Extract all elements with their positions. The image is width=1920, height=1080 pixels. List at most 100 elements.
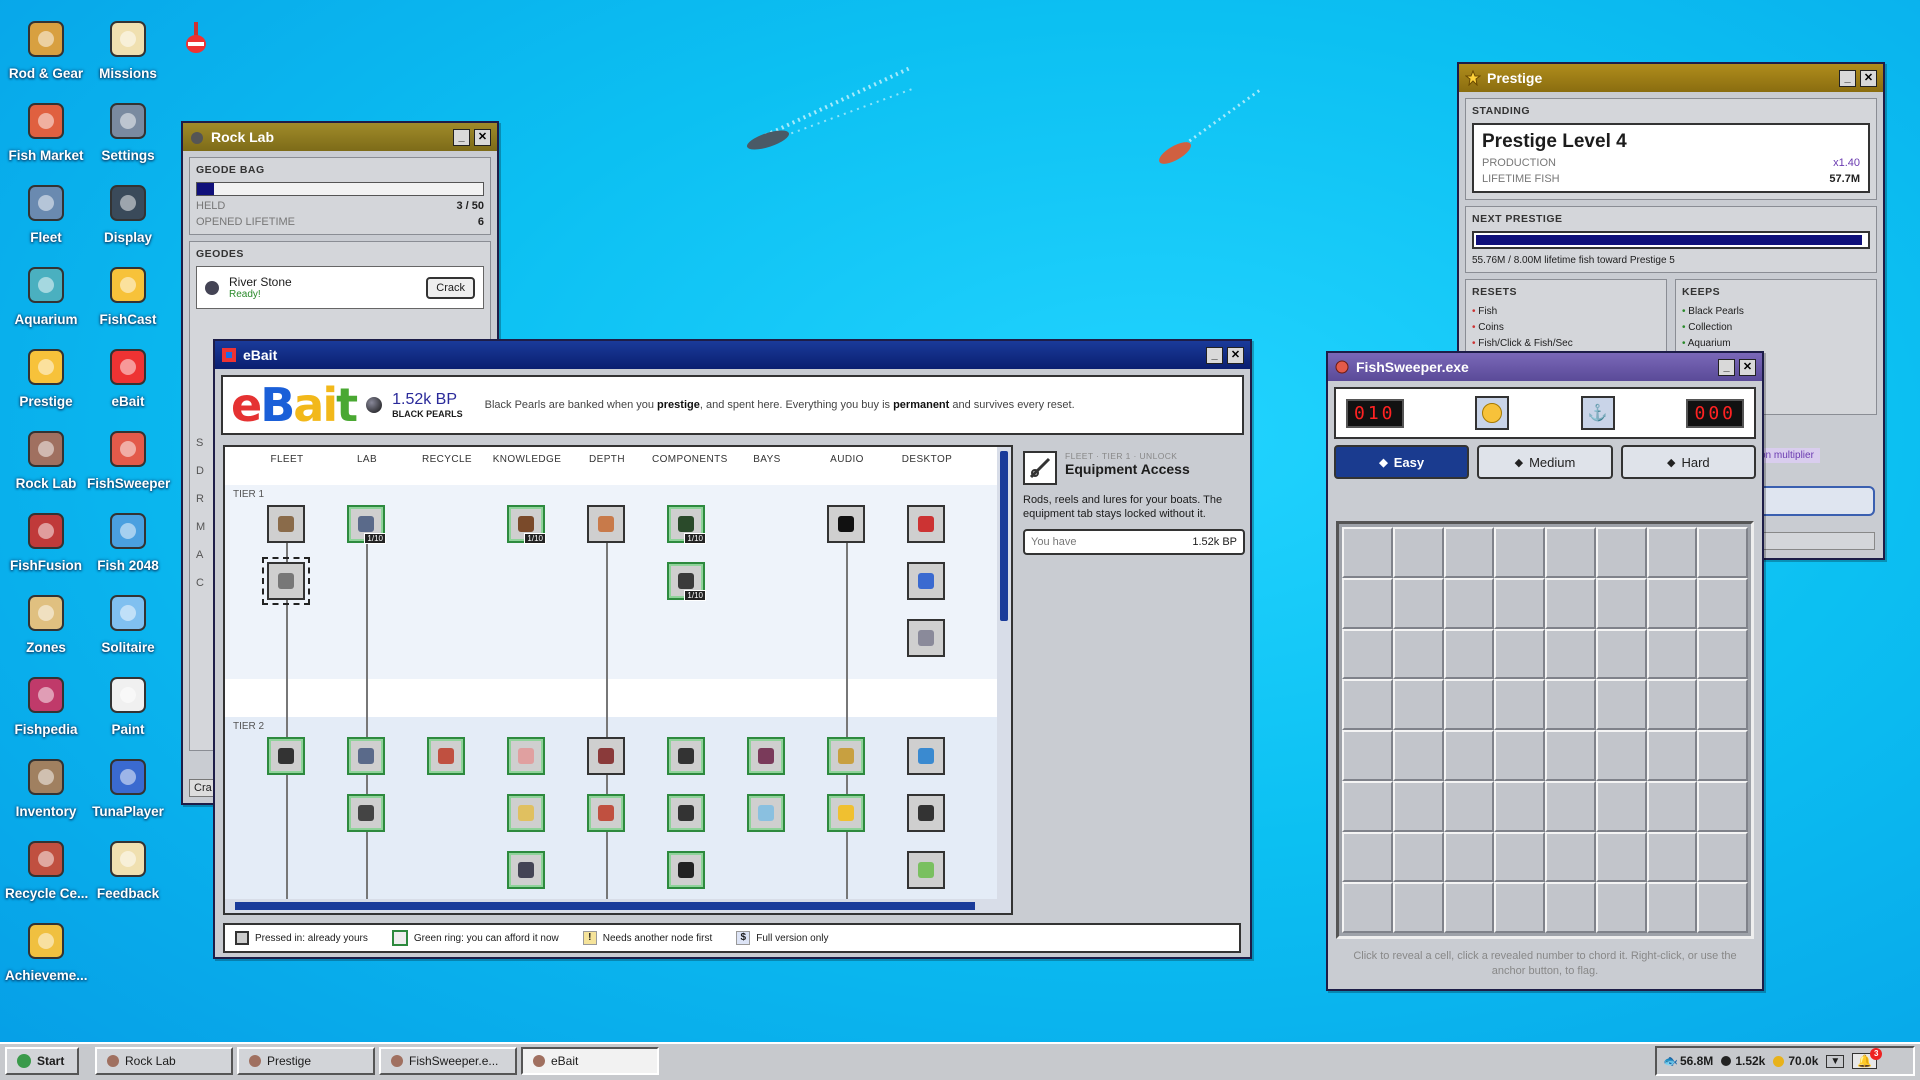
sweeper-cell[interactable] — [1697, 730, 1748, 781]
desktop-icon-paint[interactable]: Paint — [87, 672, 169, 737]
desktop-icon-fish-market[interactable]: Fish Market — [5, 98, 87, 163]
taskbar-item-fishsweeper-e-[interactable]: FishSweeper.e... — [379, 1047, 517, 1075]
desktop-icon-zones[interactable]: Zones — [5, 590, 87, 655]
sweeper-cell[interactable] — [1697, 679, 1748, 730]
sweeper-cell[interactable] — [1443, 882, 1495, 933]
node-ore-icon[interactable] — [507, 851, 545, 889]
sweeper-cell[interactable] — [1342, 882, 1393, 933]
prestige-titlebar[interactable]: Prestige _ ✕ — [1459, 64, 1883, 92]
sweeper-cell[interactable] — [1595, 882, 1647, 933]
sweeper-cell[interactable] — [1545, 831, 1596, 883]
taskbar-item-rock-lab[interactable]: Rock Lab — [95, 1047, 233, 1075]
node-anglerfish-icon[interactable] — [587, 737, 625, 775]
sweeper-cell[interactable] — [1392, 730, 1444, 781]
node-goggles-icon[interactable] — [667, 737, 705, 775]
sweeper-cell[interactable] — [1697, 831, 1748, 883]
sweeper-cell[interactable] — [1646, 679, 1698, 730]
sweeper-cell[interactable] — [1392, 679, 1444, 730]
node-monitor-icon[interactable] — [907, 794, 945, 832]
fishsweeper-titlebar[interactable]: FishSweeper.exe _ ✕ — [1328, 353, 1762, 381]
sweeper-cell[interactable] — [1494, 679, 1545, 730]
sweeper-cell[interactable] — [1646, 527, 1698, 578]
sweeper-cell[interactable] — [1342, 831, 1393, 883]
ebait-titlebar[interactable]: eBait _ ✕ — [215, 341, 1250, 369]
node-circuit-board-icon[interactable]: 1/10 — [667, 505, 706, 544]
node-fish-green-icon[interactable] — [907, 851, 945, 889]
sweeper-cell[interactable] — [1494, 882, 1545, 933]
sweeper-cell[interactable] — [1595, 628, 1647, 680]
sweeper-cell[interactable] — [1545, 730, 1596, 781]
close-button[interactable]: ✕ — [474, 128, 491, 146]
taskbar-item-ebait[interactable]: eBait — [521, 1047, 659, 1075]
close-button[interactable]: ✕ — [1860, 69, 1877, 87]
sweeper-cell[interactable] — [1342, 628, 1393, 680]
desktop-icon-feedback[interactable]: Feedback — [87, 836, 169, 901]
sweeper-cell[interactable] — [1443, 831, 1495, 883]
sweeper-cell[interactable] — [1443, 628, 1495, 680]
prestige-button[interactable] — [1749, 486, 1875, 516]
close-button[interactable]: ✕ — [1739, 358, 1756, 376]
node-grid-icon[interactable] — [347, 737, 385, 775]
sweeper-cell[interactable] — [1545, 882, 1596, 933]
sweeper-cell[interactable] — [1545, 780, 1596, 832]
sweeper-cell[interactable] — [1646, 628, 1698, 680]
minimize-button[interactable]: _ — [1839, 69, 1856, 87]
node-diving-helmet-icon[interactable] — [267, 737, 305, 775]
sweeper-cell[interactable] — [1392, 527, 1444, 578]
difficulty-medium-button[interactable]: ◆ Medium — [1477, 445, 1613, 479]
node-fish-icon[interactable] — [907, 737, 945, 775]
sweeper-cell[interactable] — [1494, 780, 1545, 832]
node-dial-icon[interactable] — [827, 737, 865, 775]
crack-button[interactable]: Crack — [426, 276, 475, 299]
desktop-icon-tunaplayer[interactable]: TunaPlayer — [87, 754, 169, 819]
sweeper-cell[interactable] — [1392, 628, 1444, 680]
sweeper-cell[interactable] — [1342, 780, 1393, 832]
minimize-button[interactable]: _ — [1206, 346, 1223, 364]
sweeper-cell[interactable] — [1443, 730, 1495, 781]
sweeper-cell[interactable] — [1595, 679, 1647, 730]
taskbar-item-prestige[interactable]: Prestige — [237, 1047, 375, 1075]
desktop-icon-recycle-ce-[interactable]: Recycle Ce... — [5, 836, 88, 901]
node-pickaxe-icon[interactable] — [347, 794, 385, 832]
anchor-flag-button[interactable]: ⚓ — [1580, 396, 1615, 430]
sweeper-cell[interactable] — [1443, 679, 1495, 730]
sweeper-cell[interactable] — [1342, 730, 1393, 781]
sweeper-cell[interactable] — [1545, 679, 1596, 730]
sweeper-cell[interactable] — [1697, 527, 1748, 578]
horizontal-scrollbar[interactable] — [225, 899, 1011, 913]
sweeper-cell[interactable] — [1595, 527, 1647, 578]
minimize-button[interactable]: _ — [1718, 358, 1735, 376]
node-usb-stick-icon[interactable]: 1/10 — [667, 562, 706, 601]
sweeper-cell[interactable] — [1494, 577, 1545, 629]
sweeper-cell[interactable] — [1595, 831, 1647, 883]
close-button[interactable]: ✕ — [1227, 346, 1244, 364]
sweeper-cell[interactable] — [1342, 527, 1393, 578]
sweeper-cell[interactable] — [1494, 831, 1545, 883]
sweeper-cell[interactable] — [1494, 730, 1545, 781]
sweeper-cell[interactable] — [1392, 780, 1444, 832]
node-sea-urchin-icon[interactable] — [907, 505, 945, 543]
sweeper-cell[interactable] — [1697, 577, 1748, 629]
node-shrimp-icon[interactable] — [587, 505, 625, 543]
sweeper-cell[interactable] — [1697, 628, 1748, 680]
sweeper-cell[interactable] — [1595, 780, 1647, 832]
sweeper-cell[interactable] — [1443, 577, 1495, 629]
node-pelican-icon[interactable] — [907, 619, 945, 657]
sweeper-cell[interactable] — [1646, 831, 1698, 883]
node-book-icon[interactable]: 1/10 — [507, 505, 546, 544]
sweeper-cell[interactable] — [1494, 628, 1545, 680]
node-vinyl-record-icon[interactable] — [827, 505, 865, 543]
sweeper-cell[interactable] — [1443, 780, 1495, 832]
node-squid-icon[interactable] — [587, 794, 625, 832]
skill-tree-panel[interactable]: FLEET LAB RECYCLE KNOWLEDGE DEPTH COMPONENTS B… — [223, 445, 1013, 915]
difficulty-hard-button[interactable]: ◆ Hard — [1620, 445, 1756, 479]
sweeper-cell[interactable] — [1595, 577, 1647, 629]
node-fishing-rod-icon[interactable] — [262, 557, 310, 605]
sweeper-cell[interactable] — [1342, 679, 1393, 730]
desktop-icon-settings[interactable]: Settings — [87, 98, 169, 163]
desktop-icon-achieveme-[interactable]: Achieveme... — [5, 918, 88, 983]
desktop-icon-rod-gear[interactable]: Rod & Gear — [5, 16, 87, 81]
node-phone-icon[interactable] — [907, 562, 945, 600]
smiley-reset-button[interactable] — [1475, 396, 1510, 430]
desktop-icon-aquarium[interactable]: Aquarium — [5, 262, 87, 327]
